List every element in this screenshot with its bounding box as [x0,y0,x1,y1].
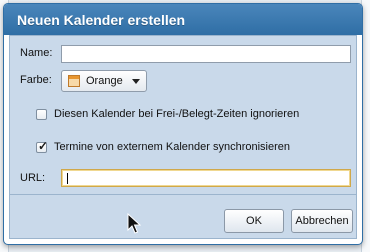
color-select[interactable]: Orange [61,70,147,92]
sync-external-label: Termine von externem Kalender synchronis… [54,141,291,153]
url-label: URL: [20,172,46,184]
dialog-titlebar[interactable]: Neuen Kalender erstellen [4,4,362,35]
dialog-title: Neuen Kalender erstellen [17,12,186,28]
text-caret [67,173,68,184]
cancel-button[interactable]: Abbrechen [291,209,353,233]
name-label: Name: [20,47,53,59]
mouse-pointer-icon [127,213,141,234]
url-input[interactable] [61,169,351,187]
color-select-value: Orange [86,75,123,87]
button-separator [10,194,356,195]
chevron-down-icon [132,79,140,84]
calendar-color-swatch-icon [68,75,80,87]
ignore-busy-label: Diesen Kalender bei Frei-/Belegt-Zeiten … [54,108,300,120]
new-calendar-dialog: Neuen Kalender erstellen Name: Farbe: Or… [3,3,363,245]
dialog-body: Name: Farbe: Orange Diesen Kalender bei … [9,35,357,239]
checkmark-icon: ✓ [38,139,49,153]
ok-button[interactable]: OK [224,209,284,233]
ignore-busy-checkbox[interactable] [36,109,47,120]
sync-external-checkbox[interactable]: ✓ [36,139,49,153]
color-label: Farbe: [20,74,52,86]
name-input[interactable] [61,45,351,63]
